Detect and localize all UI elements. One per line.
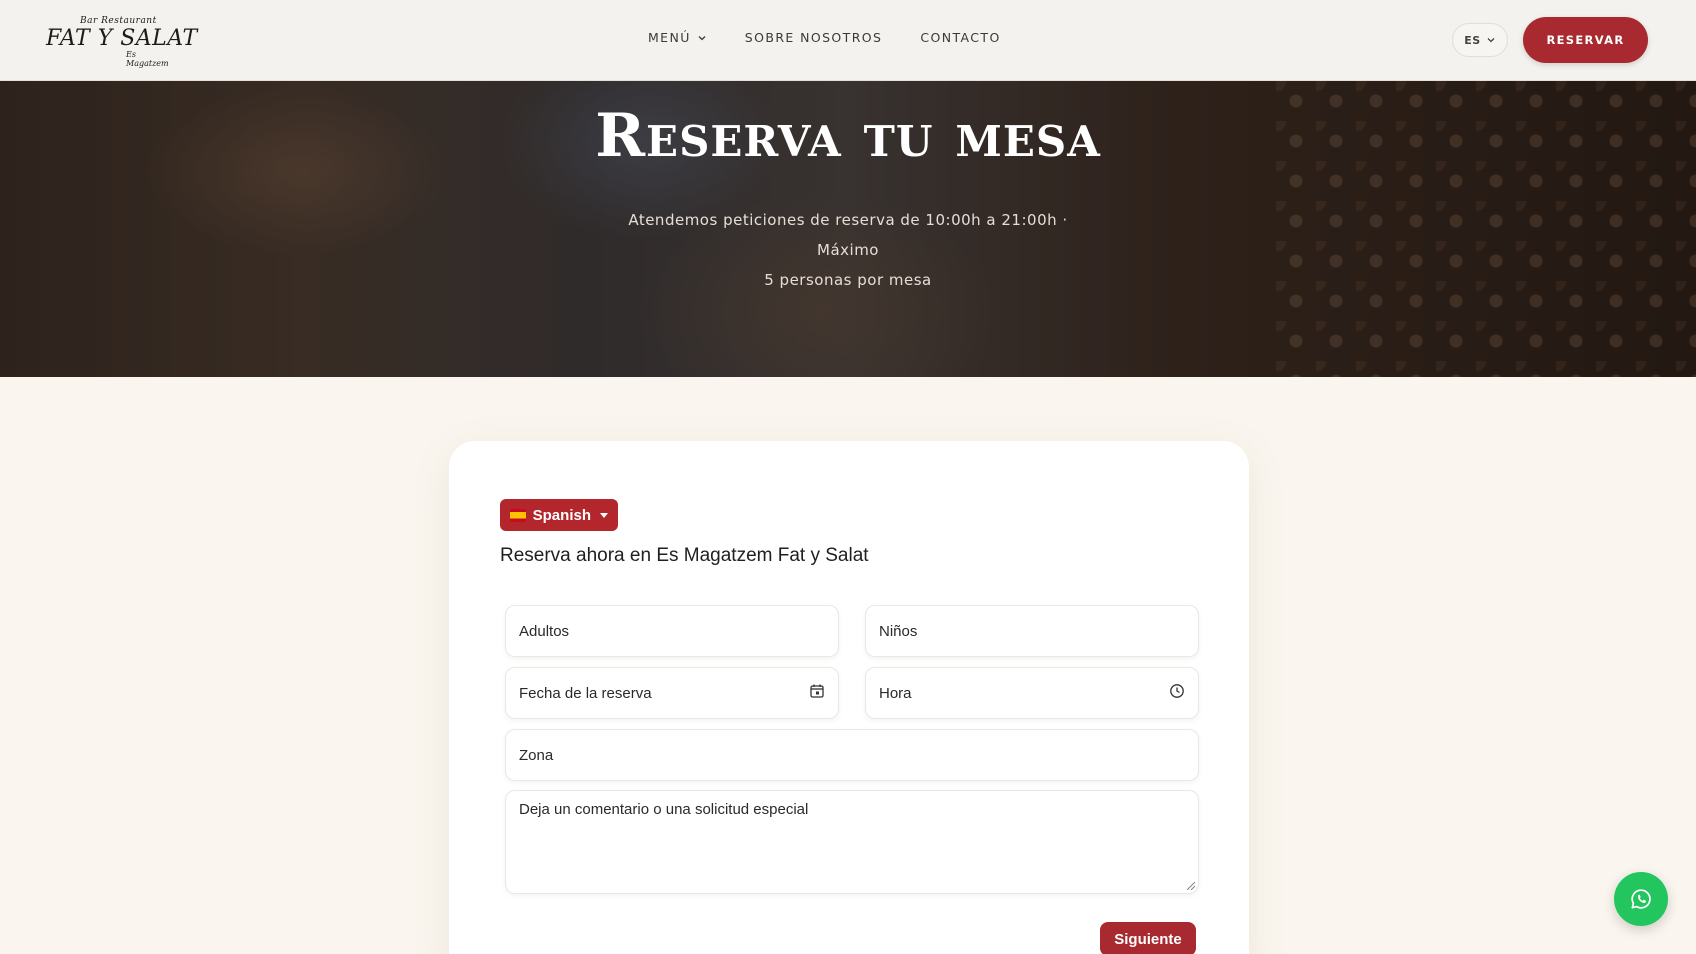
caret-down-icon [600,512,608,518]
language-code: ES [1464,33,1481,47]
hero-subtitle: Atendemos peticiones de reserva de 10:00… [600,205,1096,295]
chevron-down-icon [698,35,706,40]
resize-handle[interactable] [1187,882,1195,890]
date-placeholder: Fecha de la reserva [519,684,652,702]
page-title: Reserva tu mesa [595,101,1101,171]
time-placeholder: Hora [879,684,912,702]
children-field[interactable]: Niños [865,605,1199,657]
logo-tagline: Bar Restaurant [80,16,157,26]
hero-subtitle-line-2: 5 personas por mesa [764,271,932,289]
next-button[interactable]: Siguiente [1100,922,1196,954]
main-nav: MENÚ SOBRE NOSOTROS CONTACTO [648,30,1001,45]
adults-placeholder: Adultos [519,622,570,640]
adults-field[interactable]: Adultos [505,605,839,657]
logo-subname: Es Magatzem [126,50,169,68]
nav-item-about[interactable]: SOBRE NOSOTROS [745,30,883,45]
form-language-select[interactable]: Spanish [500,499,618,531]
site-header: Bar Restaurant FAT Y SALAT Es Magatzem M… [0,0,1696,81]
nav-item-menu[interactable]: MENÚ [648,30,707,45]
hero-subtitle-line-1: Atendemos peticiones de reserva de 10:00… [628,211,1068,259]
time-field[interactable]: Hora [865,667,1199,719]
reserve-button[interactable]: RESERVAR [1523,17,1648,63]
zone-field[interactable]: Zona [505,729,1199,781]
nav-item-about-label: SOBRE NOSOTROS [744,30,883,45]
nav-item-contact[interactable]: CONTACTO [920,30,1000,45]
chevron-down-icon [1487,38,1495,43]
comment-placeholder: Deja un comentario o una solicitud espec… [519,801,809,818]
reservation-card: Spanish Reserva ahora en Es Magatzem Fat… [449,441,1249,954]
nav-item-menu-label: MENÚ [648,30,691,45]
whatsapp-icon [1631,889,1651,909]
logo-name: FAT Y SALAT [46,26,198,51]
hero-banner: Reserva tu mesa Atendemos peticiones de … [0,81,1696,377]
comment-textarea[interactable]: Deja un comentario o una solicitud espec… [505,790,1199,894]
spain-flag-icon [510,508,526,522]
language-switcher[interactable]: ES [1452,23,1508,57]
children-placeholder: Niños [879,622,918,640]
whatsapp-button[interactable] [1614,872,1668,926]
date-field[interactable]: Fecha de la reserva [505,667,839,719]
form-heading: Reserva ahora en Es Magatzem Fat y Salat [500,545,869,566]
site-logo[interactable]: Bar Restaurant FAT Y SALAT Es Magatzem [46,16,197,68]
nav-item-contact-label: CONTACTO [920,30,1001,45]
zone-placeholder: Zona [519,746,554,764]
calendar-icon[interactable] [809,683,825,699]
clock-icon[interactable] [1169,683,1185,699]
form-language-label: Spanish [532,506,591,524]
